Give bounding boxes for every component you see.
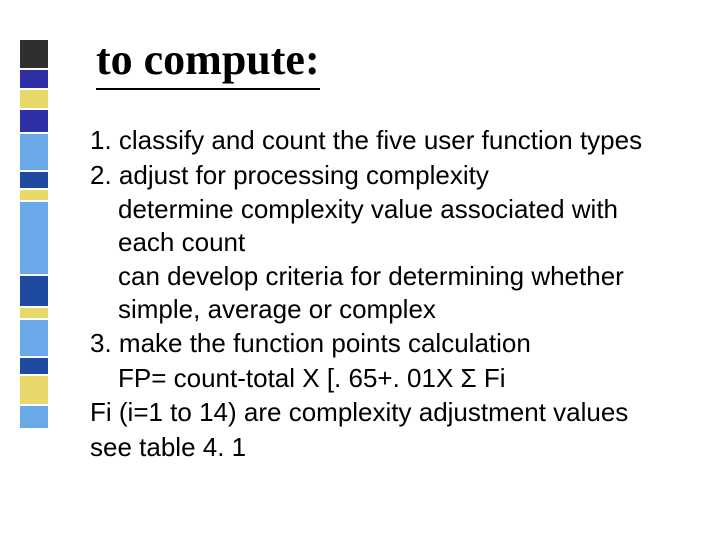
list-item-2a: determine complexity value associated wi…: [90, 193, 680, 258]
color-segment: [20, 406, 48, 428]
body-line-table: see table 4. 1: [90, 431, 680, 464]
color-segment: [20, 70, 48, 88]
slide: to compute: 1. classify and count the fi…: [0, 0, 720, 540]
color-segment: [20, 358, 48, 374]
color-segment: [20, 110, 48, 132]
decorative-color-bar: [20, 40, 48, 428]
color-segment: [20, 308, 48, 318]
list-item-1: 1. classify and count the five user func…: [90, 124, 680, 157]
list-item-2: 2. adjust for processing complexity: [90, 159, 680, 192]
color-segment: [20, 190, 48, 200]
color-segment: [20, 320, 48, 356]
color-segment: [20, 202, 48, 274]
color-segment: [20, 376, 48, 404]
color-segment: [20, 90, 48, 108]
list-item-3a: FP= count-total X [. 65+. 01X Σ Fi: [90, 362, 680, 395]
slide-body: 1. classify and count the five user func…: [90, 122, 680, 463]
list-item-3: 3. make the function points calculation: [90, 327, 680, 360]
body-line-fi: Fi (i=1 to 14) are complexity adjustment…: [90, 396, 680, 429]
color-segment: [20, 276, 48, 306]
list-item-2b: can develop criteria for determining whe…: [90, 260, 680, 325]
color-segment: [20, 134, 48, 170]
color-segment: [20, 172, 48, 188]
slide-title: to compute:: [96, 36, 320, 90]
color-segment: [20, 40, 48, 68]
